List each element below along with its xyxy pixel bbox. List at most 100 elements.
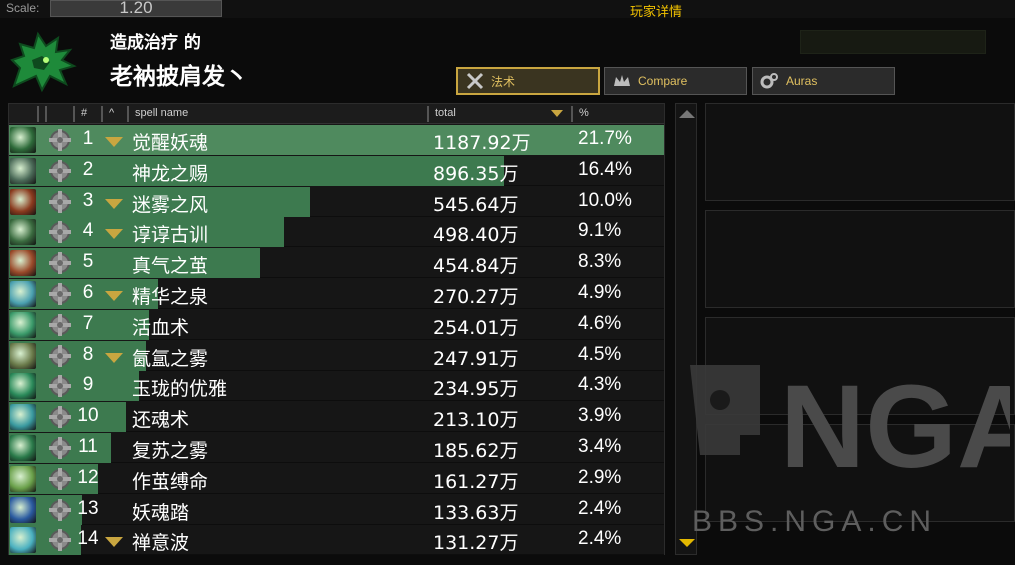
table-row[interactable]: 2 神龙之赐 896.35万 16.4%	[9, 155, 664, 186]
expand-arrow-icon[interactable]	[105, 198, 123, 209]
spell-total: 254.01万	[433, 316, 519, 339]
tab-compare[interactable]: Compare	[604, 67, 747, 95]
spell-icon	[10, 281, 36, 307]
spell-name: 迷雾之风	[132, 193, 209, 216]
col-sort[interactable]: ^	[109, 107, 114, 119]
table-row[interactable]: 10 还魂术 213.10万 3.9%	[9, 402, 664, 433]
target-cross-icon[interactable]	[47, 128, 73, 152]
watermark-url: BBS.NGA.CN	[692, 505, 938, 538]
spell-total: 498.40万	[433, 224, 519, 247]
row-rank: 11	[78, 436, 98, 457]
target-cross-icon[interactable]	[47, 251, 73, 275]
faded-button	[800, 30, 986, 54]
spell-total: 247.91万	[433, 347, 519, 370]
spell-percent: 10.0%	[578, 189, 632, 211]
spell-percent: 4.3%	[578, 374, 622, 396]
spell-name: 玉珑的优雅	[132, 378, 228, 401]
target-cross-icon[interactable]	[47, 159, 73, 183]
spell-name: 真气之茧	[132, 255, 209, 278]
dragon-class-icon	[6, 26, 78, 96]
col-spell-name[interactable]: spell name	[135, 107, 188, 119]
spell-name: 谆谆古训	[132, 224, 209, 247]
table-row[interactable]: 4 谆谆古训 498.40万 9.1%	[9, 217, 664, 248]
table-row[interactable]: 7 活血术 254.01万 4.6%	[9, 309, 664, 340]
table-row[interactable]: 14 禅意波 131.27万 2.4%	[9, 525, 664, 556]
table-row[interactable]: 1 觉醒妖魂 1187.92万 21.7%	[9, 125, 664, 155]
spell-icon	[10, 527, 36, 554]
spell-name: 觉醒妖魂	[132, 132, 209, 154]
row-rank: 2	[82, 158, 94, 180]
spell-percent: 3.9%	[578, 405, 622, 427]
table-row[interactable]: 9 玉珑的优雅 234.95万 4.3%	[9, 371, 664, 402]
spell-total: 161.27万	[433, 470, 519, 493]
detail-panel-1	[705, 103, 1015, 201]
scroll-down-icon[interactable]	[679, 539, 695, 547]
target-cross-icon[interactable]	[47, 498, 73, 522]
target-cross-icon[interactable]	[47, 528, 73, 552]
target-cross-icon[interactable]	[47, 436, 73, 460]
col-total[interactable]: total	[435, 107, 456, 119]
target-cross-icon[interactable]	[47, 467, 73, 491]
svg-text:NGA: NGA	[780, 361, 1010, 493]
spell-percent: 8.3%	[578, 251, 622, 273]
tab-spells[interactable]: 法术	[456, 67, 600, 95]
spell-total: 896.35万	[433, 162, 519, 185]
target-cross-icon[interactable]	[47, 220, 73, 244]
spell-total: 545.64万	[433, 193, 519, 216]
spell-percent: 21.7%	[578, 128, 632, 149]
subtitle: 造成治疗 的	[110, 33, 201, 53]
table-row[interactable]: 8 氤氲之雾 247.91万 4.5%	[9, 340, 664, 371]
spell-icon	[10, 342, 36, 369]
spell-icon	[10, 127, 36, 153]
spell-icon	[10, 496, 36, 523]
table-row[interactable]: 3 迷雾之风 545.64万 10.0%	[9, 186, 664, 217]
spell-total: 454.84万	[433, 255, 519, 278]
expand-arrow-icon[interactable]	[105, 291, 123, 301]
spell-name: 妖魂踏	[132, 501, 190, 524]
spell-icon	[10, 404, 36, 431]
spell-icon	[10, 250, 36, 277]
scroll-up-icon[interactable]	[679, 110, 695, 118]
table-row[interactable]: 12 作茧缚命 161.27万 2.9%	[9, 463, 664, 494]
row-rank: 9	[82, 374, 94, 396]
spell-percent: 3.4%	[578, 436, 622, 457]
spell-percent: 4.5%	[578, 343, 622, 365]
expand-arrow-icon[interactable]	[105, 137, 123, 147]
target-cross-icon[interactable]	[47, 344, 73, 368]
spell-total: 133.63万	[433, 501, 519, 524]
row-rank: 6	[82, 282, 94, 303]
spell-total: 1187.92万	[433, 132, 531, 154]
table-row[interactable]: 13 妖魂踏 133.63万 2.4%	[9, 494, 664, 525]
col-rank[interactable]: #	[81, 107, 87, 119]
spell-name: 还魂术	[132, 409, 190, 432]
col-pct[interactable]: %	[579, 107, 589, 119]
tab-auras[interactable]: Auras	[752, 67, 895, 95]
target-cross-icon[interactable]	[47, 282, 73, 306]
expand-arrow-icon[interactable]	[105, 229, 123, 240]
target-cross-icon[interactable]	[47, 313, 73, 337]
spell-name: 氤氲之雾	[132, 347, 209, 370]
top-bar: Scale: 1.20 玩家详情	[0, 0, 1015, 20]
row-rank: 1	[82, 128, 94, 149]
tab-compare-label: Compare	[638, 74, 688, 88]
expand-arrow-icon[interactable]	[105, 537, 123, 548]
spell-total: 270.27万	[433, 286, 519, 308]
sort-desc-icon	[551, 110, 563, 117]
target-cross-icon[interactable]	[47, 190, 73, 214]
spell-total: 234.95万	[433, 378, 519, 401]
expand-arrow-icon[interactable]	[105, 352, 123, 363]
table-row[interactable]: 11 复苏之雾 185.62万 3.4%	[9, 433, 664, 463]
spell-percent: 16.4%	[578, 158, 632, 180]
table-row[interactable]: 5 真气之茧 454.84万 8.3%	[9, 248, 664, 279]
table-header: # ^ spell name total %	[9, 104, 664, 124]
target-cross-icon[interactable]	[47, 405, 73, 429]
table-row[interactable]: 6 精华之泉 270.27万 4.9%	[9, 279, 664, 309]
spell-percent: 2.4%	[578, 528, 622, 550]
row-rank: 14	[77, 528, 99, 550]
nga-watermark-logo: NGA	[690, 361, 1010, 493]
target-cross-icon[interactable]	[47, 374, 73, 398]
spell-percent: 4.6%	[578, 312, 622, 334]
tab-auras-label: Auras	[786, 74, 818, 88]
scale-slider[interactable]: 1.20	[50, 0, 222, 17]
row-rank: 5	[82, 251, 94, 273]
